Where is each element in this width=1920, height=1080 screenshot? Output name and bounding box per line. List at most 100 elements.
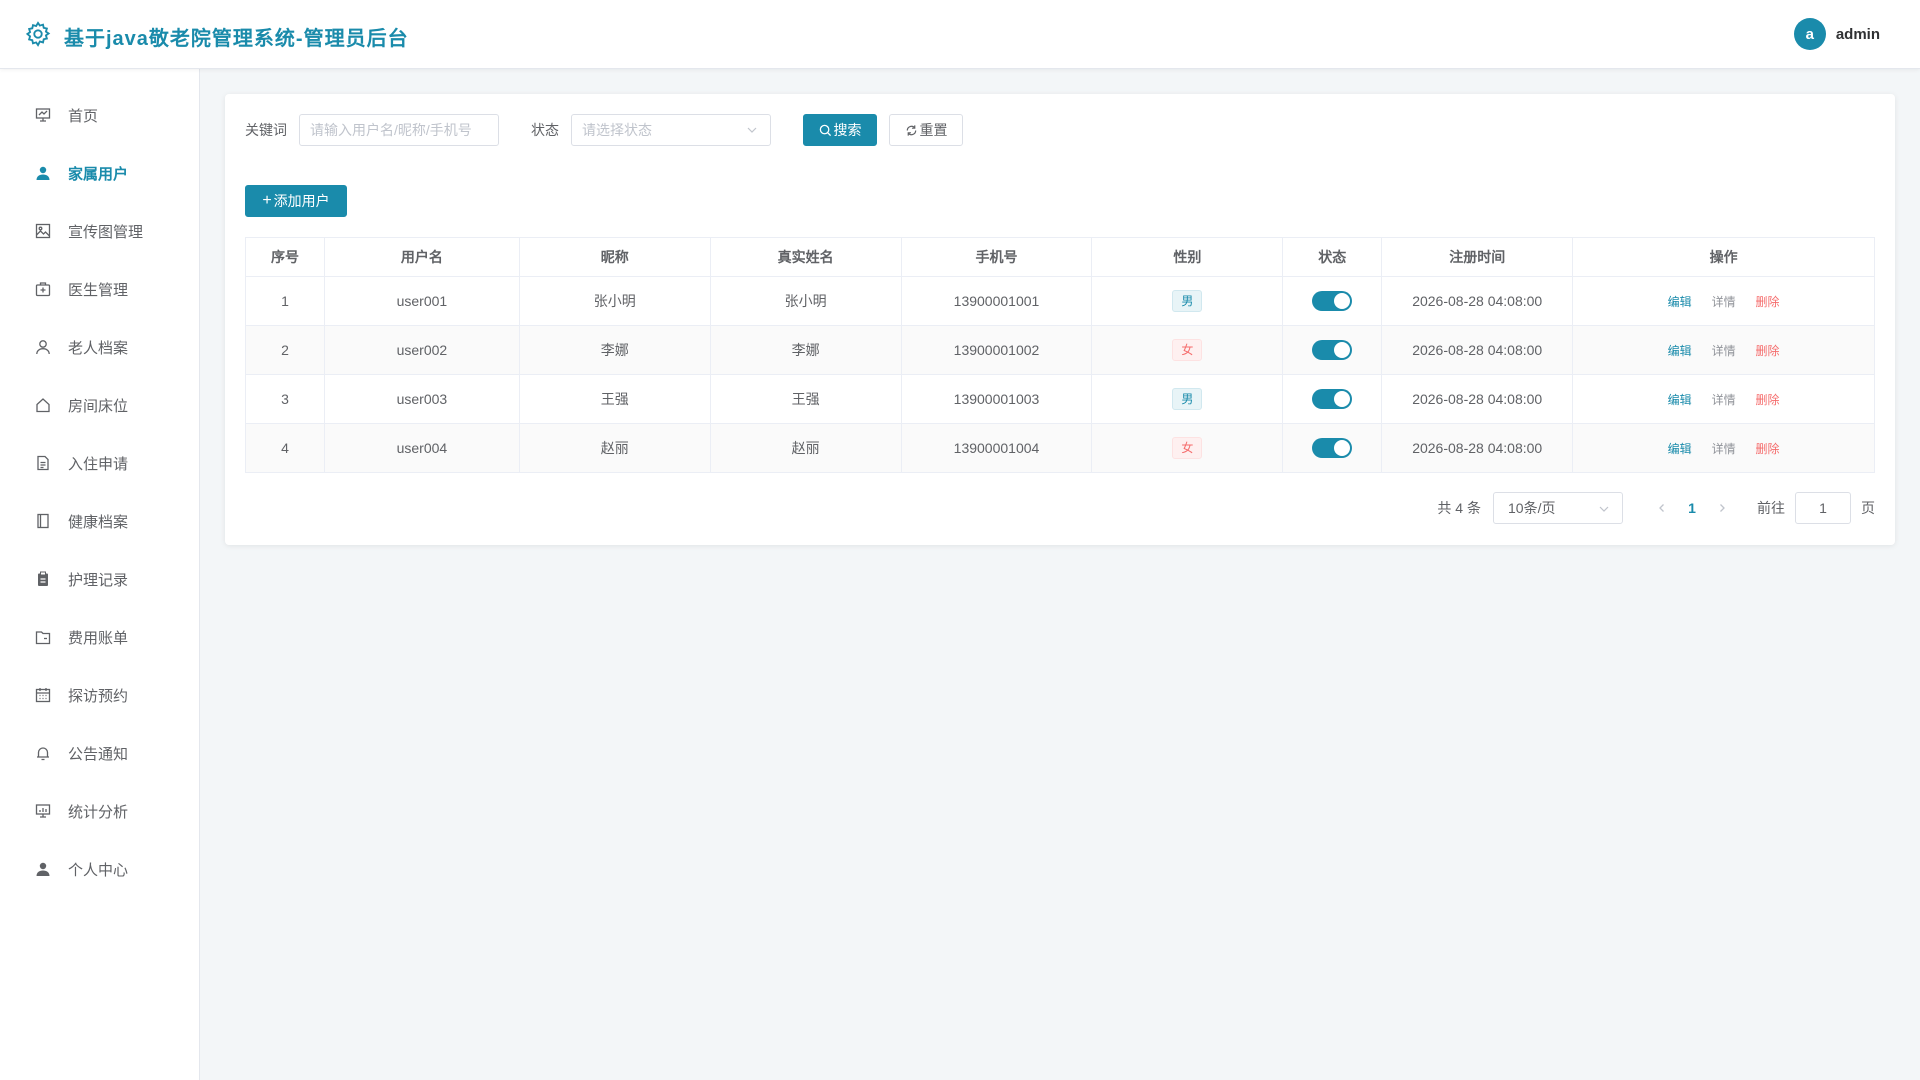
cell-status: [1282, 374, 1383, 424]
column-header[interactable]: 昵称: [519, 237, 711, 277]
cell-realname: 李娜: [710, 325, 902, 375]
edit-link[interactable]: 编辑: [1668, 442, 1692, 456]
detail-link[interactable]: 详情: [1712, 295, 1736, 309]
sidebar-item-family-users[interactable]: 家属用户: [0, 144, 199, 202]
cell-username: user001: [324, 276, 520, 326]
sidebar-item-banner[interactable]: 宣传图管理: [0, 202, 199, 260]
cell-gender: 男: [1091, 374, 1284, 424]
column-header[interactable]: 序号: [245, 237, 325, 277]
user-icon: [34, 860, 52, 878]
cell-username: user004: [324, 423, 520, 473]
search-icon: [819, 124, 831, 136]
status-toggle[interactable]: [1312, 438, 1353, 458]
sidebar-item-nursing[interactable]: 护理记录: [0, 550, 199, 608]
image-icon: [34, 222, 52, 240]
sidebar-item-notices[interactable]: 公告通知: [0, 724, 199, 782]
status-select[interactable]: 请选择状态: [571, 114, 771, 146]
username[interactable]: admin: [1836, 26, 1880, 43]
cell-username: user003: [324, 374, 520, 424]
chevron-left-icon: [1659, 504, 1664, 512]
cell-realname: 王强: [710, 374, 902, 424]
next-page-button[interactable]: [1707, 500, 1737, 516]
folder-icon: [34, 628, 52, 646]
cell-nickname: 赵丽: [519, 423, 711, 473]
refresh-icon: [906, 124, 916, 136]
edit-link[interactable]: 编辑: [1668, 295, 1692, 309]
user-menu[interactable]: a admin: [1793, 18, 1880, 50]
cell-actions: 编辑 详情 删除: [1572, 325, 1875, 375]
reset-button-label: 重置: [919, 122, 948, 138]
cell-created: 2026-08-28 04:08:00: [1381, 374, 1574, 424]
cell-realname: 张小明: [710, 276, 902, 326]
goto-page-input[interactable]: 1: [1795, 492, 1851, 524]
gender-tag: 男: [1172, 290, 1203, 312]
column-header[interactable]: 手机号: [901, 237, 1093, 277]
reset-button[interactable]: 重置: [889, 114, 963, 146]
keyword-placeholder: 请输入用户名/昵称/手机号: [310, 122, 472, 138]
table-row[interactable]: 4 user004 赵丽 赵丽 13900001004 女 2026-08-28…: [245, 423, 1875, 473]
sidebar-item-home[interactable]: 首页: [0, 86, 199, 144]
delete-link[interactable]: 删除: [1755, 344, 1779, 358]
user-icon: [34, 164, 52, 182]
column-header[interactable]: 注册时间: [1381, 237, 1574, 277]
sidebar-item-billing[interactable]: 费用账单: [0, 608, 199, 666]
keyword-label: 关键词: [245, 122, 287, 138]
sidebar-item-label: 统计分析: [68, 803, 129, 821]
detail-link[interactable]: 详情: [1712, 442, 1736, 456]
cell-index: 4: [245, 423, 325, 473]
sidebar-item-label: 费用账单: [68, 629, 129, 647]
sidebar-item-admission[interactable]: 入住申请: [0, 434, 199, 492]
table-row[interactable]: 2 user002 李娜 李娜 13900001002 女 2026-08-28…: [245, 325, 1875, 375]
sidebar-item-health[interactable]: 健康档案: [0, 492, 199, 550]
table-header-row: 序号 用户名 昵称 真实姓名 手机号 性别 状态 注册时间 操作: [245, 237, 1875, 277]
sidebar-item-label: 入住申请: [68, 455, 129, 473]
cell-index: 1: [245, 276, 325, 326]
search-button[interactable]: 搜索: [803, 114, 877, 146]
keyword-input[interactable]: 请输入用户名/昵称/手机号: [299, 114, 499, 146]
gender-tag: 男: [1172, 388, 1203, 410]
sidebar-item-label: 老人档案: [68, 339, 129, 357]
pagination: 共 4 条 10条/页 1 前往 1 页: [1437, 491, 1875, 525]
add-user-button[interactable]: + 添加用户: [245, 185, 347, 217]
prev-page-button[interactable]: [1647, 500, 1677, 516]
cell-created: 2026-08-28 04:08:00: [1381, 276, 1574, 326]
column-header[interactable]: 性别: [1091, 237, 1284, 277]
sidebar-item-label: 个人中心: [68, 861, 129, 879]
user-outline-icon: [34, 338, 52, 356]
search-form: 关键词 请输入用户名/昵称/手机号 状态 请选择状态 搜索 重置: [245, 114, 963, 146]
cell-nickname: 李娜: [519, 325, 711, 375]
status-toggle[interactable]: [1312, 291, 1353, 311]
page-size-select[interactable]: 10条/页: [1493, 492, 1623, 524]
column-header[interactable]: 真实姓名: [710, 237, 902, 277]
delete-link[interactable]: 删除: [1755, 295, 1779, 309]
status-toggle[interactable]: [1312, 340, 1353, 360]
sidebar-item-label: 健康档案: [68, 513, 129, 531]
gender-tag: 女: [1172, 437, 1203, 459]
sidebar-item-elder-records[interactable]: 老人档案: [0, 318, 199, 376]
plus-icon: +: [262, 192, 272, 209]
sidebar-item-doctors[interactable]: 医生管理: [0, 260, 199, 318]
detail-link[interactable]: 详情: [1712, 344, 1736, 358]
avatar[interactable]: a: [1793, 18, 1826, 50]
cell-nickname: 王强: [519, 374, 711, 424]
sidebar-item-statistics[interactable]: 统计分析: [0, 782, 199, 840]
sidebar-item-profile[interactable]: 个人中心: [0, 840, 199, 898]
table-row[interactable]: 1 user001 张小明 张小明 13900001001 男 2026-08-…: [245, 276, 1875, 326]
page-number-current[interactable]: 1: [1677, 500, 1707, 516]
presentation-board-icon: [34, 106, 52, 124]
column-header[interactable]: 操作: [1572, 237, 1875, 277]
column-header[interactable]: 用户名: [324, 237, 520, 277]
column-header[interactable]: 状态: [1282, 237, 1383, 277]
edit-link[interactable]: 编辑: [1668, 393, 1692, 407]
cell-status: [1282, 423, 1383, 473]
table-row[interactable]: 3 user003 王强 王强 13900001003 男 2026-08-28…: [245, 374, 1875, 424]
cell-gender: 男: [1091, 276, 1284, 326]
sidebar-item-visits[interactable]: 探访预约: [0, 666, 199, 724]
edit-link[interactable]: 编辑: [1668, 344, 1692, 358]
sidebar-item-rooms[interactable]: 房间床位: [0, 376, 199, 434]
delete-link[interactable]: 删除: [1755, 393, 1779, 407]
delete-link[interactable]: 删除: [1755, 442, 1779, 456]
detail-link[interactable]: 详情: [1712, 393, 1736, 407]
status-label: 状态: [531, 122, 559, 138]
status-toggle[interactable]: [1312, 389, 1353, 409]
